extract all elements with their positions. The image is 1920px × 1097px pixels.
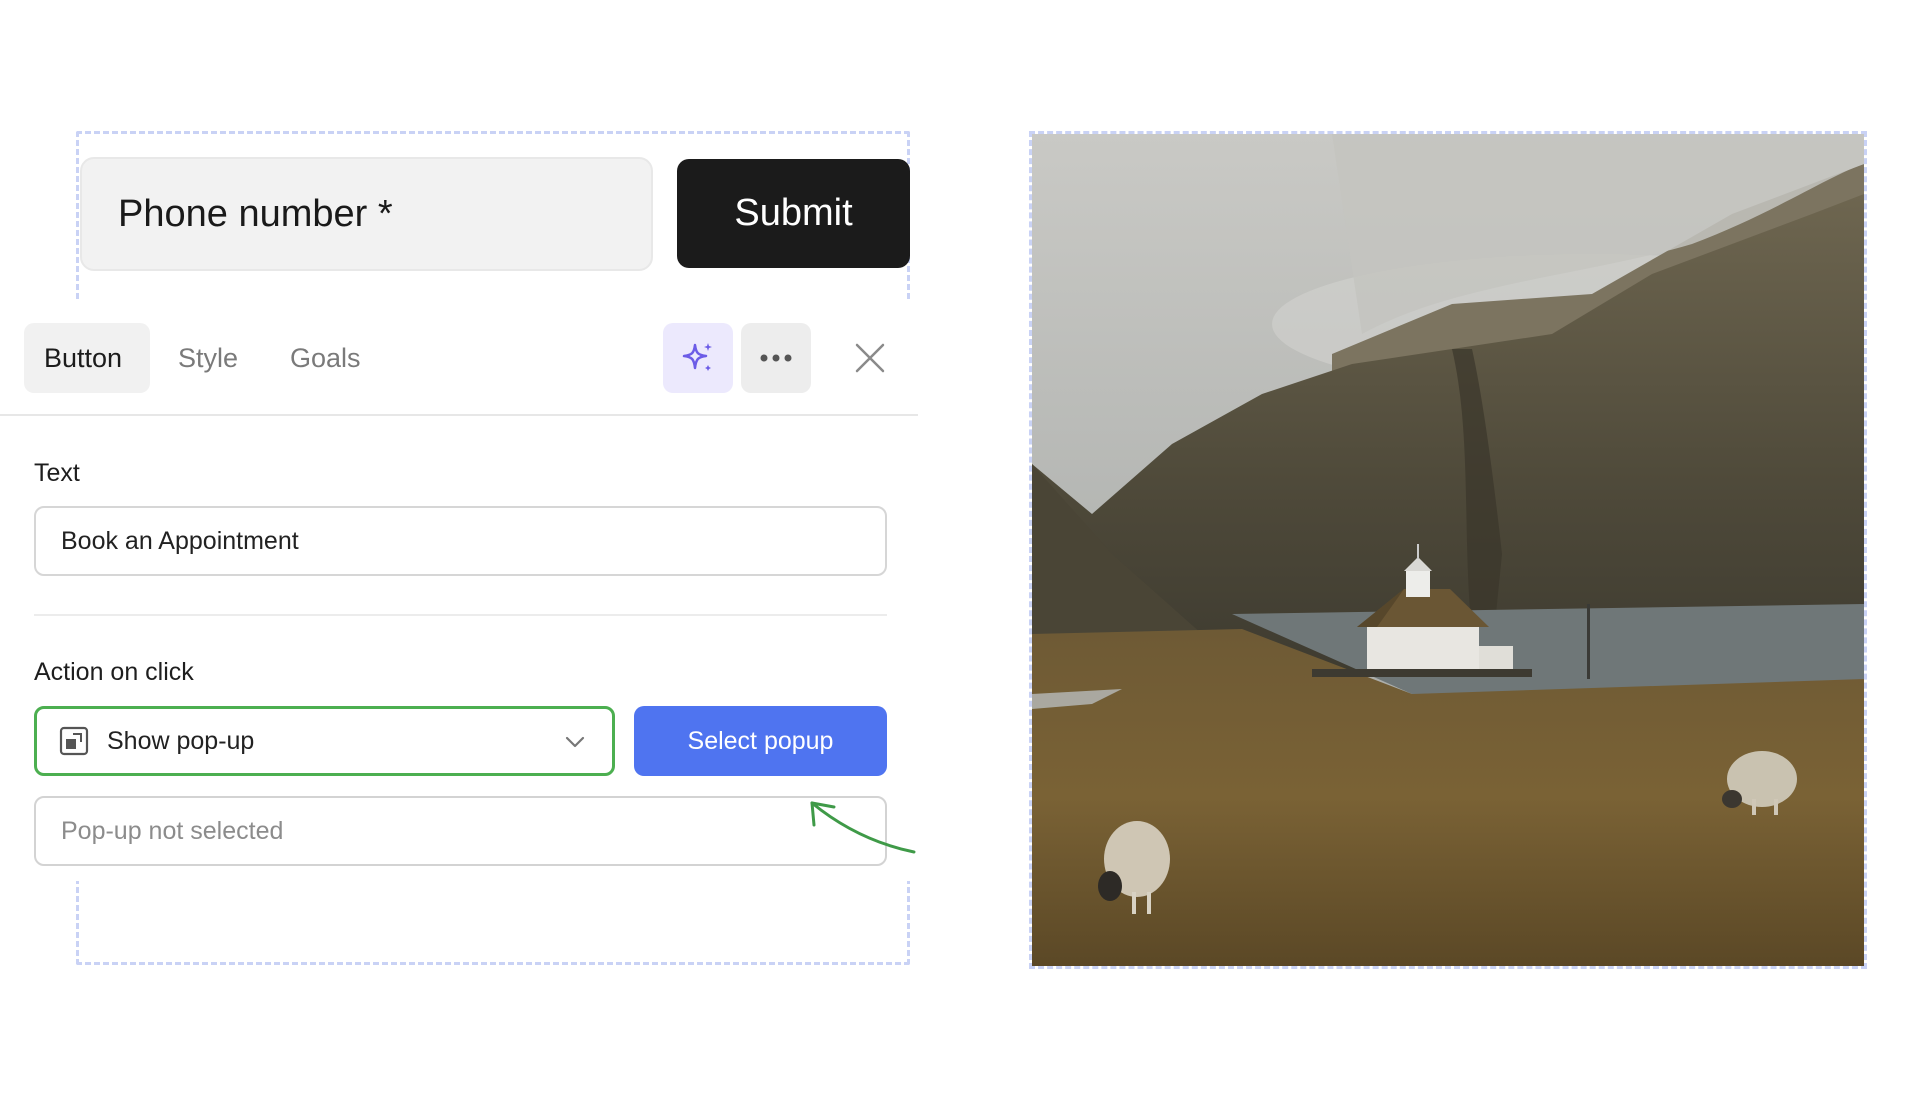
submit-button[interactable]: Submit	[677, 159, 910, 268]
landscape-photo[interactable]	[1029, 131, 1867, 969]
button-settings-panel: Button Style Goals Text Book an Appointm…	[0, 301, 918, 881]
submit-button-label: Submit	[734, 192, 853, 234]
sparkle-icon	[682, 343, 712, 371]
tab-style[interactable]: Style	[158, 323, 258, 393]
tab-style-label: Style	[178, 342, 239, 373]
select-popup-button[interactable]: Select popup	[634, 706, 887, 776]
phone-number-placeholder: Phone number *	[118, 192, 393, 235]
action-on-click-select[interactable]: Show pop-up	[34, 706, 615, 776]
more-horizontal-icon	[760, 354, 792, 362]
text-section-label: Text	[34, 459, 80, 487]
tab-goals-label: Goals	[290, 342, 361, 373]
popup-placeholder-text: Pop-up not selected	[61, 816, 284, 845]
button-text-input[interactable]: Book an Appointment	[34, 506, 887, 576]
select-popup-label: Select popup	[687, 726, 834, 755]
action-section-label: Action on click	[34, 658, 194, 686]
more-options-button[interactable]	[741, 323, 811, 393]
phone-number-field[interactable]: Phone number *	[80, 157, 653, 271]
section-divider	[34, 614, 887, 616]
landscape-image	[1032, 134, 1864, 966]
popup-selection-field[interactable]: Pop-up not selected	[34, 796, 887, 866]
panel-tabs: Button Style Goals	[0, 301, 918, 416]
tab-goals[interactable]: Goals	[270, 323, 381, 393]
tab-button-label: Button	[44, 342, 123, 373]
close-icon	[855, 343, 885, 373]
chevron-down-icon	[565, 736, 585, 748]
pointer-arrow-icon	[810, 801, 916, 854]
selected-action-value: Show pop-up	[107, 726, 255, 755]
popup-window-icon	[59, 726, 89, 756]
canvas: Phone number * Submit Button Style Goals	[0, 0, 1920, 1097]
button-text-value: Book an Appointment	[61, 526, 299, 555]
ai-assist-button[interactable]	[663, 323, 733, 393]
close-panel-button[interactable]	[835, 323, 905, 393]
tab-button[interactable]: Button	[24, 323, 150, 393]
